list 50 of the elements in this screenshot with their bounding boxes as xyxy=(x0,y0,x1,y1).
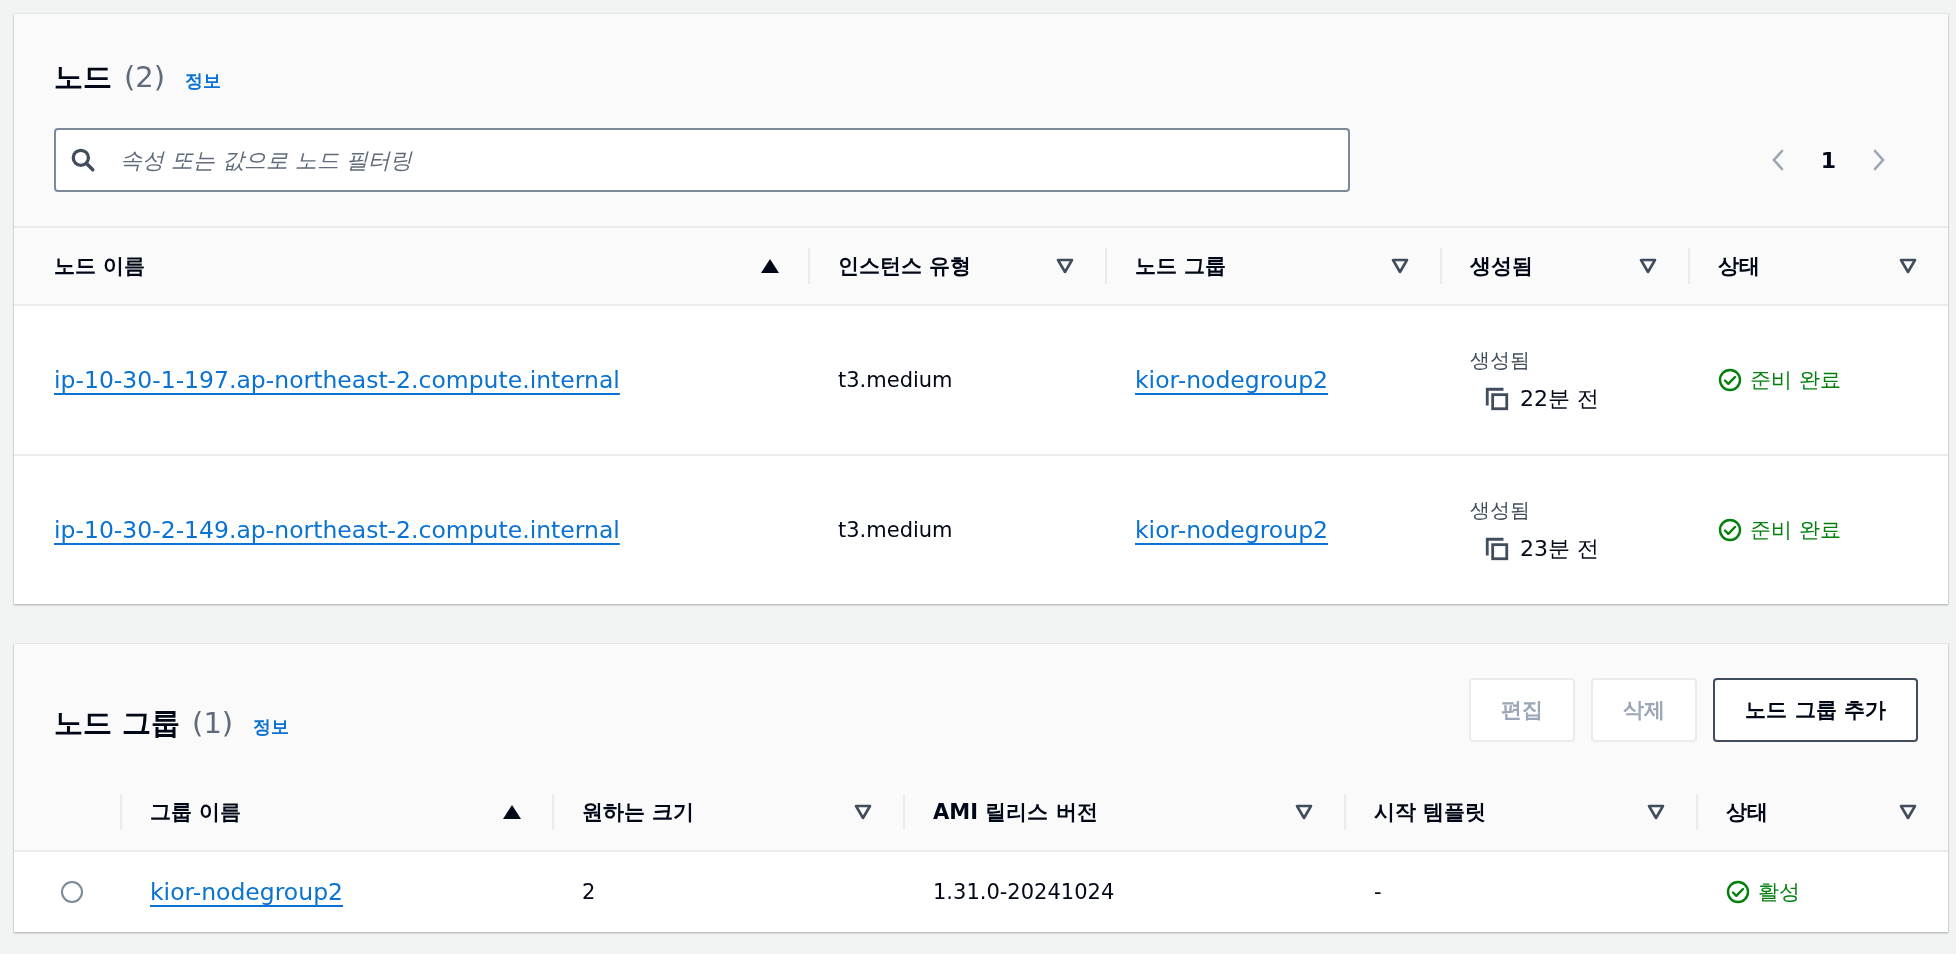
created-time: 22분 전 xyxy=(1520,384,1599,413)
status-text: 활성 xyxy=(1758,879,1800,906)
info-link[interactable]: 정보 xyxy=(185,69,222,93)
created-label: 생성됨 xyxy=(1470,496,1530,524)
column-header[interactable]: 노드 그룹 xyxy=(1135,252,1227,280)
column-header[interactable]: 시작 템플릿 xyxy=(1374,798,1487,826)
search-icon xyxy=(70,147,96,173)
count-text: (2) xyxy=(124,60,166,94)
column-header[interactable]: 그룹 이름 xyxy=(150,798,242,826)
info-link[interactable]: 정보 xyxy=(253,715,290,739)
table-cell: 1.31.0-20241024 xyxy=(933,880,1115,904)
node-group-link[interactable]: kior-nodegroup2 xyxy=(1135,516,1328,544)
table-cell: - xyxy=(1374,880,1382,904)
sort-icon[interactable] xyxy=(853,804,873,820)
panel-title: 노드 xyxy=(54,59,112,96)
column-header[interactable]: 노드 이름 xyxy=(54,252,146,280)
created-time: 23분 전 xyxy=(1520,534,1599,563)
column-header[interactable]: 상태 xyxy=(1726,798,1768,826)
page-number[interactable]: 1 xyxy=(1820,147,1836,173)
column-header[interactable]: 인스턴스 유형 xyxy=(838,252,972,280)
node-name-link[interactable]: ip-10-30-2-149.ap-northeast-2.compute.internal xyxy=(54,516,620,544)
sort-icon[interactable] xyxy=(1646,804,1666,820)
table-cell: t3.medium xyxy=(838,518,953,542)
status-text: 준비 완료 xyxy=(1750,517,1841,544)
radio-button[interactable] xyxy=(61,881,83,903)
sort-ascending-icon[interactable] xyxy=(502,804,522,820)
node-name-link[interactable]: ip-10-30-1-197.ap-northeast-2.compute.internal xyxy=(54,366,620,394)
sort-icon[interactable] xyxy=(1898,258,1918,274)
column-header[interactable]: 원하는 크기 xyxy=(582,798,695,826)
search-field[interactable]: 속성 또는 값으로 노드 필터링 xyxy=(54,128,1350,192)
column-header[interactable]: AMI 릴리스 버전 xyxy=(933,798,1098,826)
sort-icon[interactable] xyxy=(1055,258,1075,274)
sort-icon[interactable] xyxy=(1638,258,1658,274)
copy-icon[interactable] xyxy=(1484,535,1510,562)
table-cell: t3.medium xyxy=(838,368,953,392)
count-text: (1) xyxy=(192,706,234,740)
column-header[interactable]: 생성됨 xyxy=(1470,252,1533,280)
node-group-link[interactable]: kior-nodegroup2 xyxy=(1135,366,1328,394)
sort-icon[interactable] xyxy=(1898,804,1918,820)
node-group-link[interactable]: kior-nodegroup2 xyxy=(150,878,343,906)
panel-title: 노드 그룹 xyxy=(54,705,181,742)
sort-ascending-icon[interactable] xyxy=(760,258,780,274)
status-text: 준비 완료 xyxy=(1750,367,1841,394)
table-cell: 2 xyxy=(582,880,596,904)
created-label: 생성됨 xyxy=(1470,346,1530,374)
sort-icon[interactable] xyxy=(1294,804,1314,820)
column-header[interactable]: 상태 xyxy=(1718,252,1760,280)
sort-icon[interactable] xyxy=(1390,258,1410,274)
action-button[interactable]: 노드 그룹 추가 xyxy=(1713,678,1918,742)
copy-icon[interactable] xyxy=(1484,385,1510,412)
